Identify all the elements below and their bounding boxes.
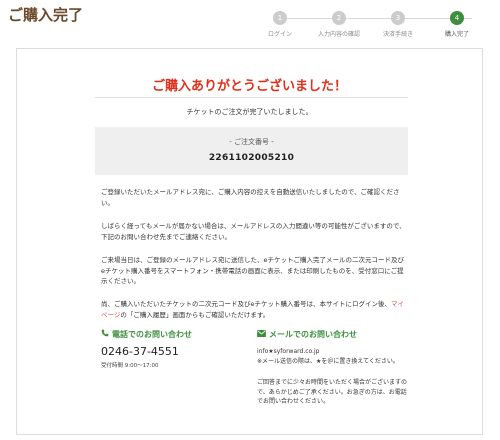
step-number: 1	[273, 11, 287, 25]
order-number: 2261102005210	[208, 153, 295, 163]
mail-reply-note: ご回答までに少々お時間をいただく場合がございますので、あらかじめご了承ください。…	[257, 379, 408, 405]
step-label: ログイン	[267, 31, 292, 38]
step-number: 2	[332, 11, 346, 25]
event-day-paragraph: ご来場当日は、ご登録のメールアドレス宛に送信した、eチケットご購入完了メールの二…	[101, 256, 404, 285]
step-label: 購入完了	[444, 31, 469, 38]
phone-number: 0246-37-4551	[101, 345, 179, 358]
phone-icon	[101, 329, 109, 339]
no-email-paragraph: しばらく経ってもメールが届かない場合は、メールアドレスの入力間違い等の可能性がご…	[101, 222, 406, 241]
step-confirm: 2 入力内容の確認	[309, 10, 369, 38]
email-sent-paragraph: ご登録いただいたメールアドレス宛に、ご購入内容の控えを自動送信いたしましたので、…	[101, 188, 400, 207]
mail-icon	[257, 330, 266, 339]
order-complete-message: チケットのご注文が完了いたしました。	[186, 108, 313, 116]
thanks-heading: ご購入ありがとうございました！	[151, 79, 347, 94]
step-payment: 3 決済手続き	[368, 10, 428, 38]
mail-address: info★syforward.co.jp	[257, 348, 320, 355]
mypage-paragraph: 尚、ご購入いただいたチケットの二次元コード及びeチケット購入番号は、本サイトにロ…	[101, 299, 407, 320]
step-login: 1 ログイン	[250, 10, 310, 38]
mail-contact-title: メールでのお問い合わせ	[257, 329, 357, 340]
step-number: 4	[450, 11, 464, 25]
completion-card: ご購入ありがとうございました！ チケットのご注文が完了いたしました。 - ご注文…	[16, 48, 483, 435]
mail-contact-label: メールでのお問い合わせ	[269, 330, 357, 339]
order-number-box: - ご注文番号 - 2261102005210	[95, 127, 408, 175]
step-complete: 4 購入完了	[427, 10, 487, 38]
mypage-text-after: の「ご購入履歴」画面からもご確認いただけます。	[120, 310, 270, 319]
phone-contact-label: 電話でのお問い合わせ	[112, 330, 192, 339]
mypage-text-before: 尚、ご購入いただいたチケットの二次元コード及びeチケット購入番号は、本サイトにロ…	[101, 300, 391, 308]
phone-hours: 受付時間 9:00～17:00	[101, 363, 159, 369]
divider	[95, 97, 408, 98]
phone-contact-title: 電話でのお問い合わせ	[101, 329, 192, 340]
mail-replace-note: ※メール送信の際は、★を＠に置き換えてください。	[257, 358, 399, 365]
page-title: ご購入完了	[8, 6, 84, 24]
step-label: 入力内容の確認	[317, 31, 360, 38]
step-number: 3	[391, 11, 405, 25]
progress-steps: 1 ログイン 2 入力内容の確認 3 決済手続き 4 購入完了	[258, 10, 494, 42]
step-label: 決済手続き	[382, 31, 413, 38]
order-number-label: - ご注文番号 -	[229, 138, 274, 146]
